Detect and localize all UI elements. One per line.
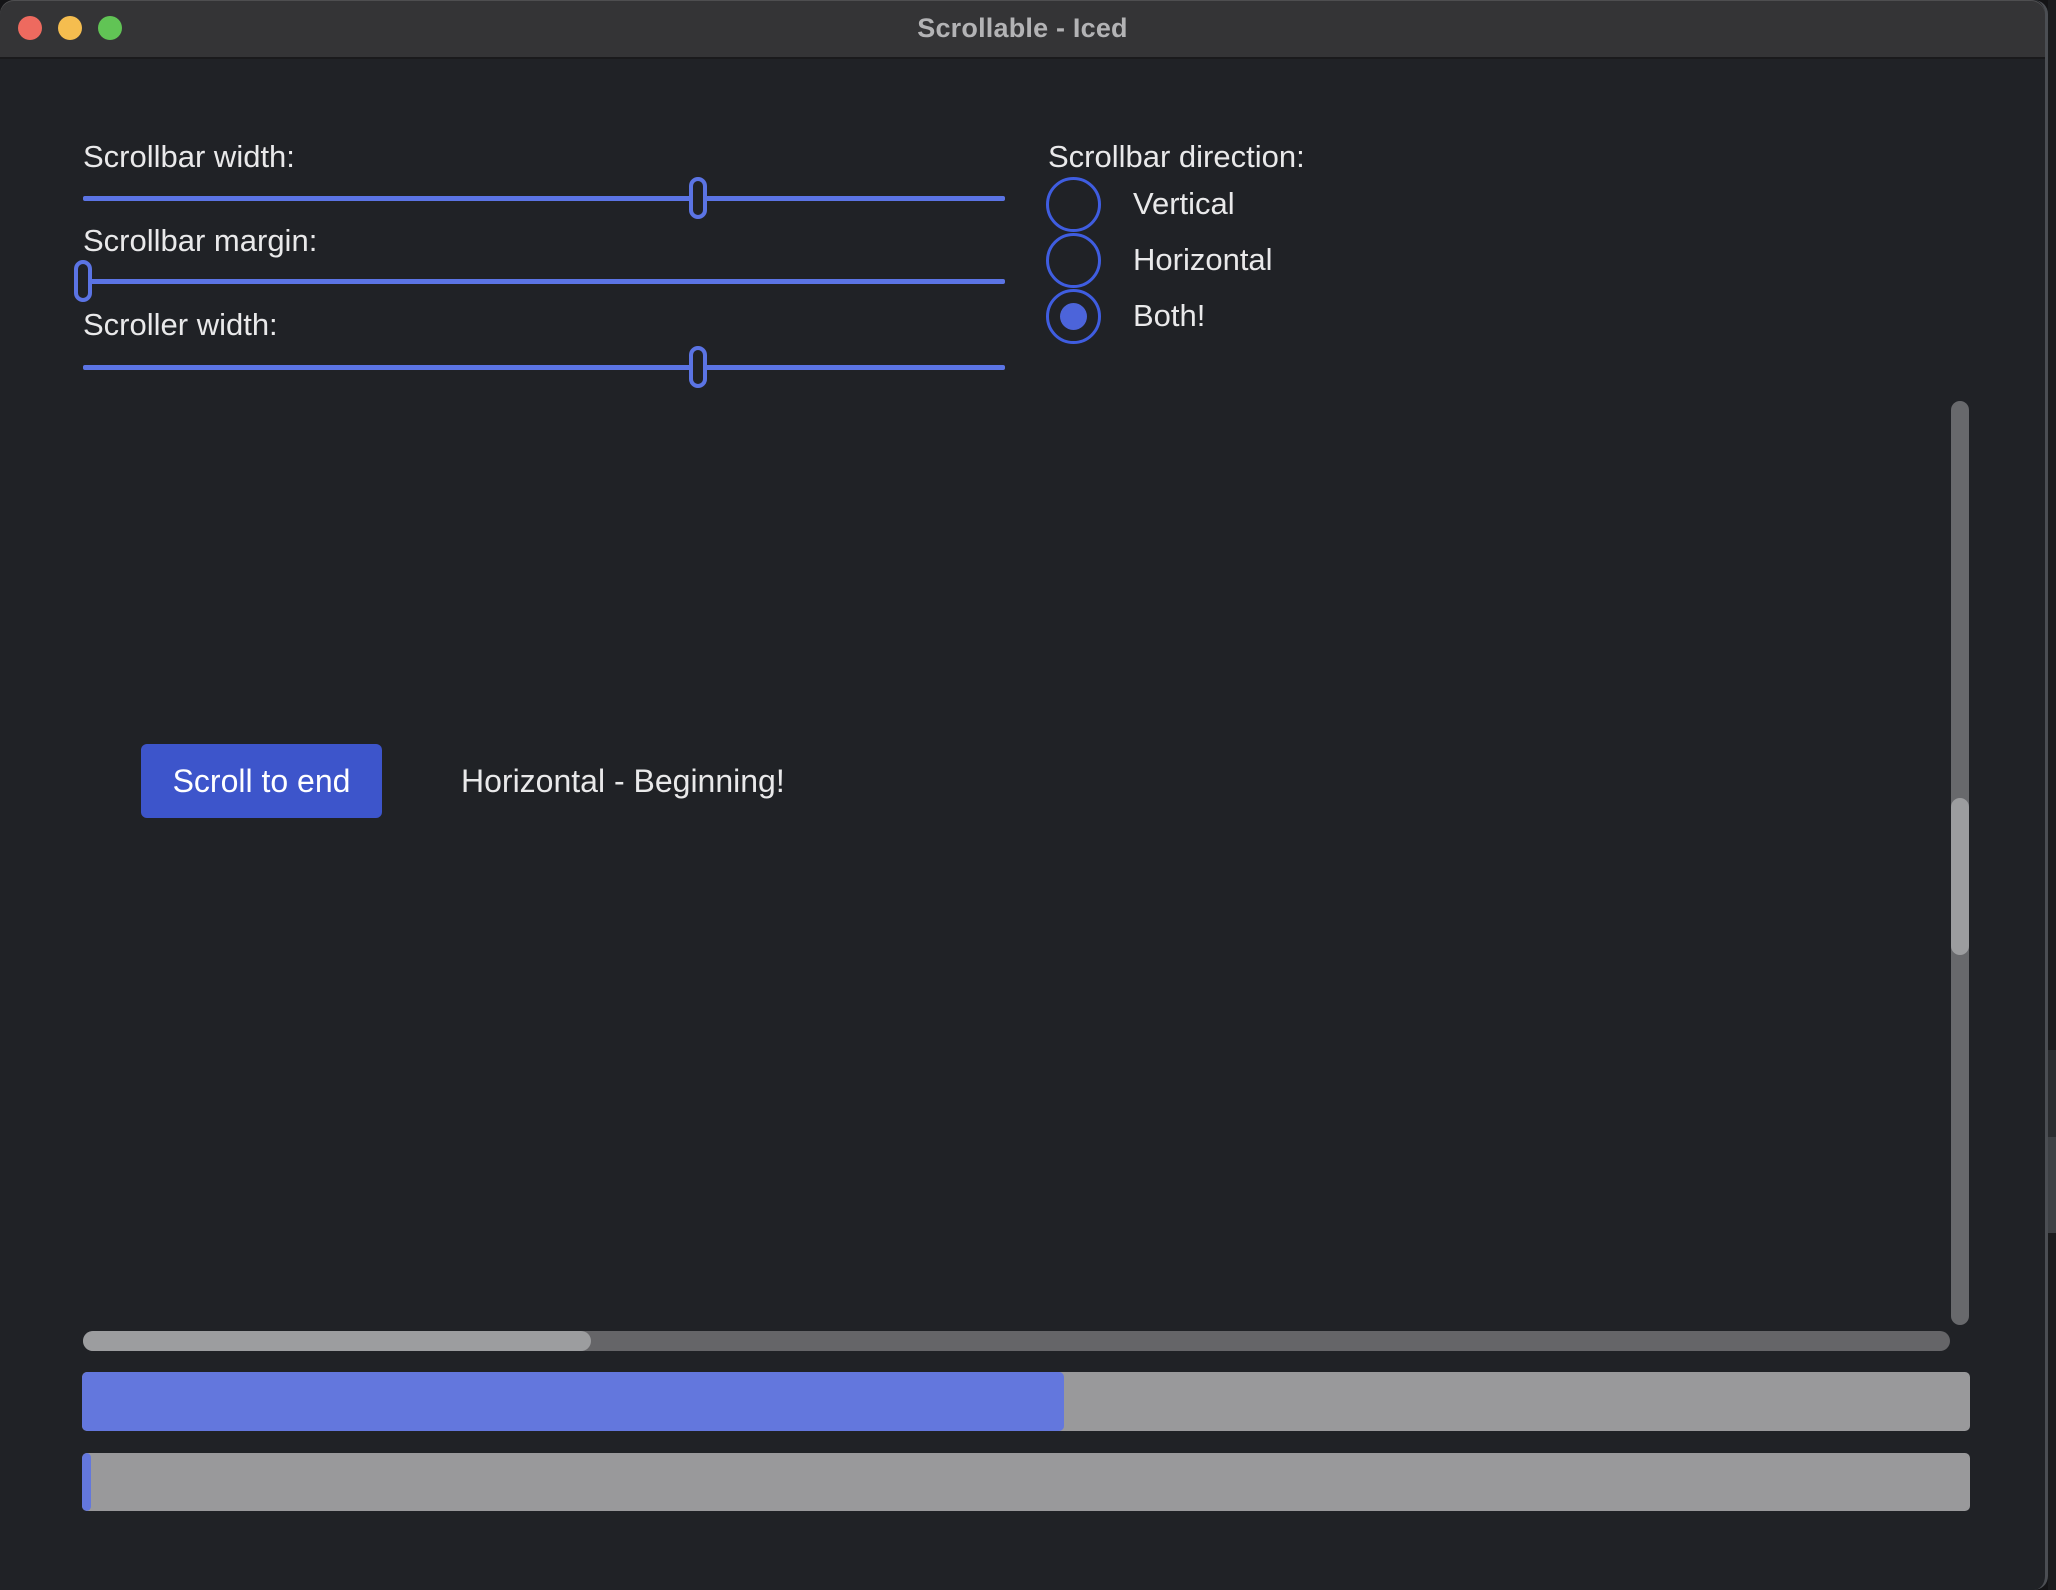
slider-rail[interactable] bbox=[83, 196, 1005, 201]
scrollbar-width-label: Scrollbar width: bbox=[83, 137, 295, 177]
scroller-width-slider[interactable] bbox=[83, 346, 1005, 388]
radio-dot-icon bbox=[1060, 303, 1087, 330]
scrollbar-margin-slider[interactable] bbox=[83, 260, 1005, 302]
scrollbar-direction-label: Scrollbar direction: bbox=[1048, 137, 1305, 177]
radio-both-label: Both! bbox=[1133, 298, 1205, 334]
background-window-sliver bbox=[2048, 1137, 2056, 1233]
minimize-button[interactable] bbox=[58, 16, 82, 40]
screen-edge-strip bbox=[2048, 0, 2056, 1590]
radio-horizontal-label: Horizontal bbox=[1133, 242, 1273, 278]
radio-circle-icon[interactable] bbox=[1046, 233, 1101, 288]
horizontal-status-text: Horizontal - Beginning! bbox=[461, 744, 785, 818]
slider-rail[interactable] bbox=[83, 365, 1005, 370]
close-button[interactable] bbox=[18, 16, 42, 40]
radio-horizontal[interactable]: Horizontal bbox=[1046, 232, 1273, 288]
progress-fill bbox=[82, 1453, 91, 1511]
app-window: Scrollable - Iced Scrollbar width: Scrol… bbox=[0, 0, 2048, 1590]
progress-bar-vertical bbox=[82, 1453, 1970, 1511]
background-window-sliver bbox=[2048, 1050, 2056, 1137]
vertical-scroller[interactable] bbox=[1951, 798, 1969, 955]
progress-fill bbox=[82, 1372, 1064, 1431]
window-title: Scrollable - Iced bbox=[917, 13, 1127, 44]
slider-rail[interactable] bbox=[83, 279, 1005, 284]
traffic-lights bbox=[18, 16, 122, 40]
slider-handle[interactable] bbox=[689, 346, 707, 388]
scrollbar-width-slider[interactable] bbox=[83, 177, 1005, 219]
radio-both[interactable]: Both! bbox=[1046, 288, 1205, 344]
slider-handle[interactable] bbox=[689, 177, 707, 219]
radio-vertical[interactable]: Vertical bbox=[1046, 176, 1235, 232]
vertical-scrollbar[interactable] bbox=[1951, 401, 1969, 1325]
progress-bar-horizontal bbox=[82, 1372, 1970, 1431]
scroll-to-end-button[interactable]: Scroll to end bbox=[141, 744, 382, 818]
radio-vertical-label: Vertical bbox=[1133, 186, 1235, 222]
horizontal-scrollbar[interactable] bbox=[83, 1331, 1950, 1351]
scrollbar-margin-label: Scrollbar margin: bbox=[83, 221, 317, 261]
scroller-width-label: Scroller width: bbox=[83, 305, 278, 345]
horizontal-scroller[interactable] bbox=[83, 1331, 591, 1351]
zoom-button[interactable] bbox=[98, 16, 122, 40]
radio-circle-icon[interactable] bbox=[1046, 177, 1101, 232]
radio-circle-icon[interactable] bbox=[1046, 289, 1101, 344]
screen: Scrollable - Iced Scrollbar width: Scrol… bbox=[0, 0, 2056, 1590]
titlebar[interactable]: Scrollable - Iced bbox=[0, 0, 2045, 59]
slider-handle[interactable] bbox=[74, 260, 92, 302]
